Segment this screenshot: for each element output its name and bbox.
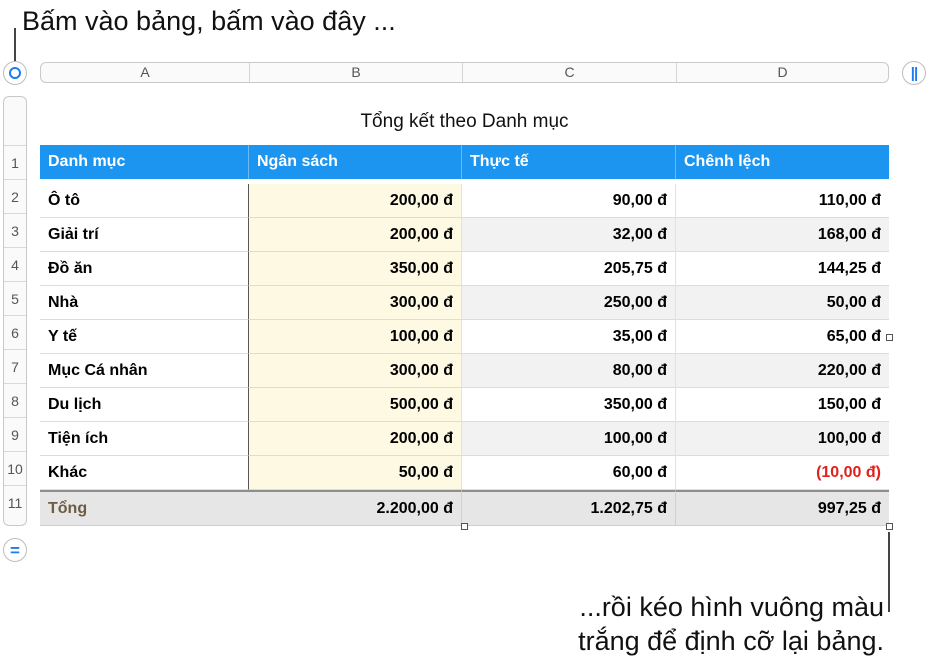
table-row[interactable]: Ô tô 200,00 đ 90,00 đ 110,00 đ xyxy=(40,184,889,218)
cell-category[interactable]: Mục Cá nhân xyxy=(40,354,249,388)
circle-select-icon xyxy=(9,67,21,79)
cell-difference[interactable]: 220,00 đ xyxy=(676,354,889,388)
callout-drag-line-1: ...rồi kéo hình vuông màu xyxy=(579,592,884,622)
table-header-row[interactable]: Danh mục Ngân sách Thực tế Chênh lệch xyxy=(40,145,889,179)
column-header-c[interactable]: C xyxy=(463,63,677,82)
cell-category[interactable]: Giải trí xyxy=(40,218,249,252)
cell-category[interactable]: Tiện ích xyxy=(40,422,249,456)
cell-budget[interactable]: 300,00 đ xyxy=(249,286,462,320)
row-number[interactable]: 11 xyxy=(4,485,26,519)
row-number[interactable]: 7 xyxy=(4,349,26,383)
header-cell-actual[interactable]: Thực tế xyxy=(462,145,676,179)
cell-budget[interactable]: 100,00 đ xyxy=(249,320,462,354)
cell-actual[interactable]: 350,00 đ xyxy=(462,388,676,422)
table-total-row[interactable]: Tổng 2.200,00 đ 1.202,75 đ 997,25 đ xyxy=(40,490,889,526)
row-header-bar[interactable]: 1 2 3 4 5 6 7 8 9 10 11 xyxy=(3,96,27,526)
cell-actual[interactable]: 100,00 đ xyxy=(462,422,676,456)
column-header-a[interactable]: A xyxy=(41,63,250,82)
cell-actual[interactable]: 90,00 đ xyxy=(462,184,676,218)
cell-total-difference[interactable]: 997,25 đ xyxy=(676,490,889,526)
cell-actual[interactable]: 205,75 đ xyxy=(462,252,676,286)
cell-category[interactable]: Nhà xyxy=(40,286,249,320)
cell-budget[interactable]: 50,00 đ xyxy=(249,456,462,490)
cell-budget[interactable]: 300,00 đ xyxy=(249,354,462,388)
cell-difference[interactable]: 150,00 đ xyxy=(676,388,889,422)
select-table-button[interactable] xyxy=(3,61,27,85)
cell-difference[interactable]: 144,25 đ xyxy=(676,252,889,286)
cell-category[interactable]: Y tế xyxy=(40,320,249,354)
table-row[interactable]: Nhà 300,00 đ 250,00 đ 50,00 đ xyxy=(40,286,889,320)
callout-drag-handle: ...rồi kéo hình vuông màu trắng để định … xyxy=(578,590,884,658)
row-number[interactable]: 10 xyxy=(4,451,26,485)
cell-actual[interactable]: 60,00 đ xyxy=(462,456,676,490)
cell-budget[interactable]: 500,00 đ xyxy=(249,388,462,422)
callout-drag-line-2: trắng để định cỡ lại bảng. xyxy=(578,626,884,656)
cell-budget[interactable]: 350,00 đ xyxy=(249,252,462,286)
row-number[interactable]: 8 xyxy=(4,383,26,417)
row-number[interactable]: 1 xyxy=(4,145,26,179)
cell-difference[interactable]: 110,00 đ xyxy=(676,184,889,218)
table-row[interactable]: Y tế 100,00 đ 35,00 đ 65,00 đ xyxy=(40,320,889,354)
cell-total-label[interactable]: Tổng xyxy=(40,490,249,526)
table-row[interactable]: Mục Cá nhân 300,00 đ 80,00 đ 220,00 đ xyxy=(40,354,889,388)
row-number[interactable]: 4 xyxy=(4,247,26,281)
resize-handle-corner[interactable] xyxy=(886,523,893,530)
table-row[interactable]: Du lịch 500,00 đ 350,00 đ 150,00 đ xyxy=(40,388,889,422)
column-header-d[interactable]: D xyxy=(677,63,888,82)
row-number[interactable]: 3 xyxy=(4,213,26,247)
cell-budget[interactable]: 200,00 đ xyxy=(249,422,462,456)
cell-actual[interactable]: 35,00 đ xyxy=(462,320,676,354)
cell-total-budget[interactable]: 2.200,00 đ xyxy=(249,490,462,526)
row-number[interactable]: 2 xyxy=(4,179,26,213)
table-row[interactable]: Khác 50,00 đ 60,00 đ (10,00 đ) xyxy=(40,456,889,490)
equals-handle-icon: = xyxy=(10,540,20,560)
callout-leader-top xyxy=(14,28,16,62)
table-row[interactable]: Giải trí 200,00 đ 32,00 đ 168,00 đ xyxy=(40,218,889,252)
header-cell-difference[interactable]: Chênh lệch xyxy=(676,145,889,179)
cell-budget[interactable]: 200,00 đ xyxy=(249,218,462,252)
column-header-b[interactable]: B xyxy=(250,63,463,82)
resize-handle-bottom[interactable] xyxy=(461,523,468,530)
cell-category[interactable]: Đồ ăn xyxy=(40,252,249,286)
cell-budget[interactable]: 200,00 đ xyxy=(249,184,462,218)
header-cell-category[interactable]: Danh mục xyxy=(40,145,249,179)
callout-leader-bottom xyxy=(888,532,890,612)
table-row[interactable]: Tiện ích 200,00 đ 100,00 đ 100,00 đ xyxy=(40,422,889,456)
cell-difference[interactable]: 50,00 đ xyxy=(676,286,889,320)
callout-click-here: Bấm vào bảng, bấm vào đây ... xyxy=(22,6,396,36)
cell-total-actual[interactable]: 1.202,75 đ xyxy=(462,490,676,526)
header-cell-budget[interactable]: Ngân sách xyxy=(249,145,462,179)
row-number[interactable]: 5 xyxy=(4,281,26,315)
cell-difference[interactable]: 65,00 đ xyxy=(676,320,889,354)
cell-category[interactable]: Du lịch xyxy=(40,388,249,422)
cell-actual[interactable]: 250,00 đ xyxy=(462,286,676,320)
add-column-button[interactable]: || xyxy=(902,61,926,85)
resize-handle-right[interactable] xyxy=(886,334,893,341)
cell-actual[interactable]: 80,00 đ xyxy=(462,354,676,388)
column-header-bar[interactable]: A B C D xyxy=(40,62,889,83)
row-number[interactable]: 6 xyxy=(4,315,26,349)
add-row-button[interactable]: = xyxy=(3,538,27,562)
table-row[interactable]: Đồ ăn 350,00 đ 205,75 đ 144,25 đ xyxy=(40,252,889,286)
cell-difference[interactable]: 100,00 đ xyxy=(676,422,889,456)
table-title[interactable]: Tổng kết theo Danh mục xyxy=(40,109,889,135)
cell-category[interactable]: Khác xyxy=(40,456,249,490)
pause-handle-icon: || xyxy=(910,64,918,82)
cell-category[interactable]: Ô tô xyxy=(40,184,249,218)
row-number[interactable]: 9 xyxy=(4,417,26,451)
cell-difference-negative[interactable]: (10,00 đ) xyxy=(676,456,889,490)
cell-difference[interactable]: 168,00 đ xyxy=(676,218,889,252)
cell-actual[interactable]: 32,00 đ xyxy=(462,218,676,252)
